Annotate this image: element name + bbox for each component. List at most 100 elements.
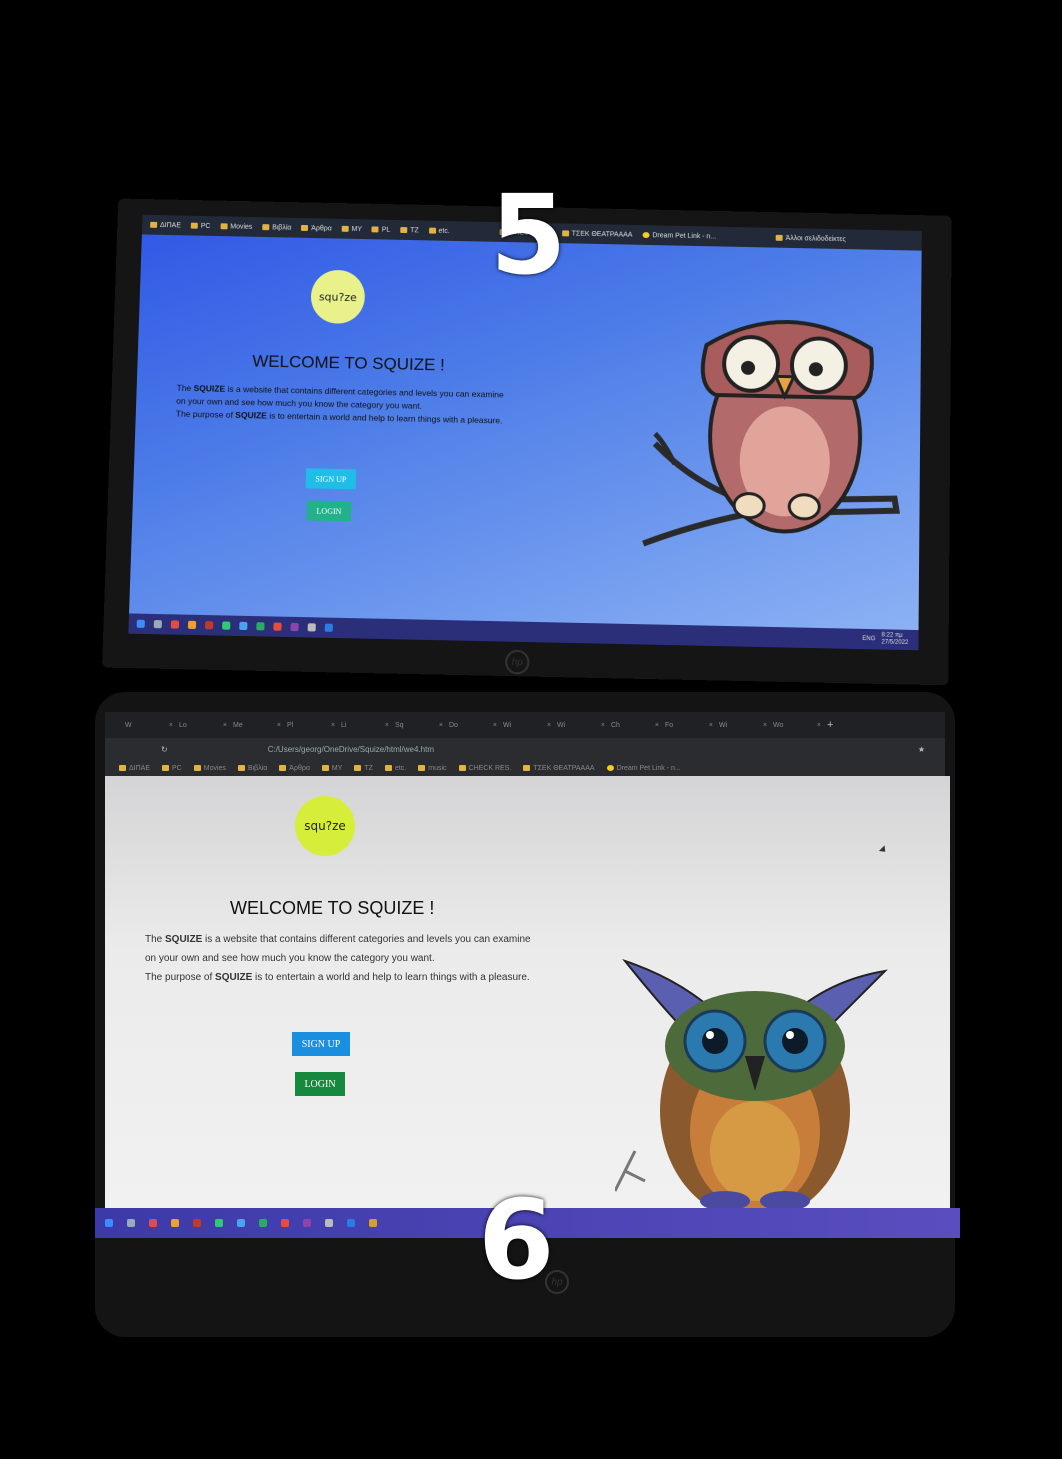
bookmark[interactable]: PC [162,765,182,772]
browser-tab[interactable]: Ch × [611,722,659,729]
spotify-icon[interactable] [222,621,231,630]
close-icon[interactable]: × [709,722,713,729]
bookmark[interactable]: Άρθρα [301,224,332,232]
app-icon[interactable] [281,1219,289,1227]
browser-tab[interactable]: Wi × [503,722,551,729]
browser-tab[interactable]: Wi × [719,722,767,729]
close-icon[interactable]: × [547,722,551,729]
star-icon[interactable]: ★ [918,745,925,754]
bookmark-label: music [428,764,447,772]
bookmark[interactable]: TZ [400,227,419,234]
close-icon[interactable]: × [277,722,281,729]
close-icon[interactable]: × [655,722,659,729]
bookmark[interactable]: music [418,764,447,772]
bookmark[interactable]: PL [371,226,390,233]
browser-tabs: W × Lo × Me × Pl × Li × Sq × Do × Wi × Wi × Ch × F… [105,712,945,738]
close-icon[interactable]: × [169,722,173,729]
app-icon[interactable] [256,622,265,631]
new-tab-icon[interactable]: + [827,719,833,731]
windows-taskbar-top: ENG 8:22 πμ 27/5/2022 [128,613,919,651]
browser-tab[interactable]: Lo × [179,722,227,729]
bookmark-label: MY [351,225,363,233]
folder-icon [301,224,309,232]
app-icon[interactable] [307,623,316,632]
bookmark[interactable]: Dream Pet Link - n... [642,232,716,240]
bookmark[interactable]: etc. [428,227,450,235]
bookmark[interactable]: ΤΣΕΚ ΘΕΑΤΡΑΑΑΑ [561,230,633,238]
browser-tab[interactable]: Wo × [773,722,821,729]
windows-start-icon[interactable] [136,619,145,628]
bookmark[interactable]: TZ [354,765,373,772]
clock[interactable]: 8:22 πμ 27/5/2022 [881,633,908,647]
app-icon[interactable] [239,621,248,631]
search-icon[interactable] [127,1219,135,1227]
bookmark[interactable]: Άλλοι σελιδοδείκτες [775,234,846,243]
close-icon[interactable]: × [223,722,227,729]
browser-tab[interactable]: W × [125,722,173,729]
login-button[interactable]: LOGIN [306,500,352,522]
browser-tab[interactable]: Me × [233,722,281,729]
spotify-icon[interactable] [215,1219,223,1227]
bookmark-label: CHECK RES. [468,764,512,772]
address-bar[interactable]: C:/Users/georg/OneDrive/Squize/html/we4.… [268,745,434,754]
tab-label: Ch [611,721,620,729]
close-icon[interactable]: × [763,722,767,729]
close-icon[interactable]: × [385,722,389,729]
close-icon[interactable]: × [331,722,335,729]
app-icon[interactable] [187,620,197,629]
app-icon[interactable] [237,1219,245,1227]
bookmark[interactable]: Άρθρα [279,765,310,772]
bookmark[interactable]: Βιβλία [237,765,267,772]
tab-label: Wi [719,721,728,729]
chrome-icon[interactable] [170,620,180,629]
app-icon[interactable] [273,622,282,631]
search-icon[interactable] [153,620,163,629]
app-icon[interactable] [303,1219,311,1227]
vscode-icon[interactable] [324,623,333,632]
app-icon[interactable] [259,1219,267,1227]
close-icon[interactable]: × [601,722,605,729]
bookmark[interactable]: Movies [220,222,253,231]
bookmark-label: Movies [230,222,253,231]
logo-text: squ?ze [318,289,357,304]
bookmark[interactable]: etc. [384,765,406,772]
browser-tab[interactable]: Li × [341,722,389,729]
chrome-icon[interactable] [149,1219,157,1227]
bookmark[interactable]: ΤΣΕΚ ΘΕΑΤΡΑΑΑΑ [523,765,595,772]
signup-button[interactable]: SIGN UP [292,1032,350,1056]
lang-indicator[interactable]: ENG [862,636,875,642]
app-icon[interactable] [290,622,299,632]
app-icon[interactable] [204,621,214,630]
close-icon[interactable]: × [493,722,497,729]
browser-tab[interactable]: Pl × [287,722,335,729]
bookmark[interactable]: Dream Pet Link - n... [606,765,681,772]
close-icon[interactable]: × [817,722,821,729]
signup-button[interactable]: SIGN UP [305,468,357,490]
login-button[interactable]: LOGIN [295,1072,345,1096]
browser-tab[interactable]: Do × [449,722,497,729]
browser-tab[interactable]: Sq × [395,722,443,729]
reload-icon[interactable]: ↻ [161,745,168,754]
bookmark[interactable]: ΔΙΠΑΕ [150,221,181,229]
folder-icon [523,765,531,771]
bookmark[interactable]: MY [341,225,363,233]
app-icon[interactable] [325,1219,333,1227]
browser-tab[interactable]: Wi × [557,722,605,729]
bookmark[interactable]: ΔΙΠΑΕ [119,765,150,772]
bookmark-label: etc. [438,227,450,235]
close-icon[interactable]: × [439,722,443,729]
bookmark[interactable]: PC [190,222,211,229]
browser-tab[interactable]: Fo × [665,722,713,729]
vscode-icon[interactable] [347,1219,355,1227]
file-explorer-icon[interactable] [369,1219,377,1227]
windows-start-icon[interactable] [105,1219,113,1227]
pacman-icon [642,232,650,239]
bookmark[interactable]: CHECK RES. [458,764,512,772]
clock-date: 27/5/2022 [881,639,909,647]
app-icon[interactable] [171,1219,179,1227]
bookmark[interactable]: Movies [193,765,226,772]
bookmark[interactable]: Βιβλία [262,224,291,231]
bookmark[interactable]: MY [321,765,342,772]
app-icon[interactable] [193,1219,201,1227]
folder-icon [418,765,426,771]
